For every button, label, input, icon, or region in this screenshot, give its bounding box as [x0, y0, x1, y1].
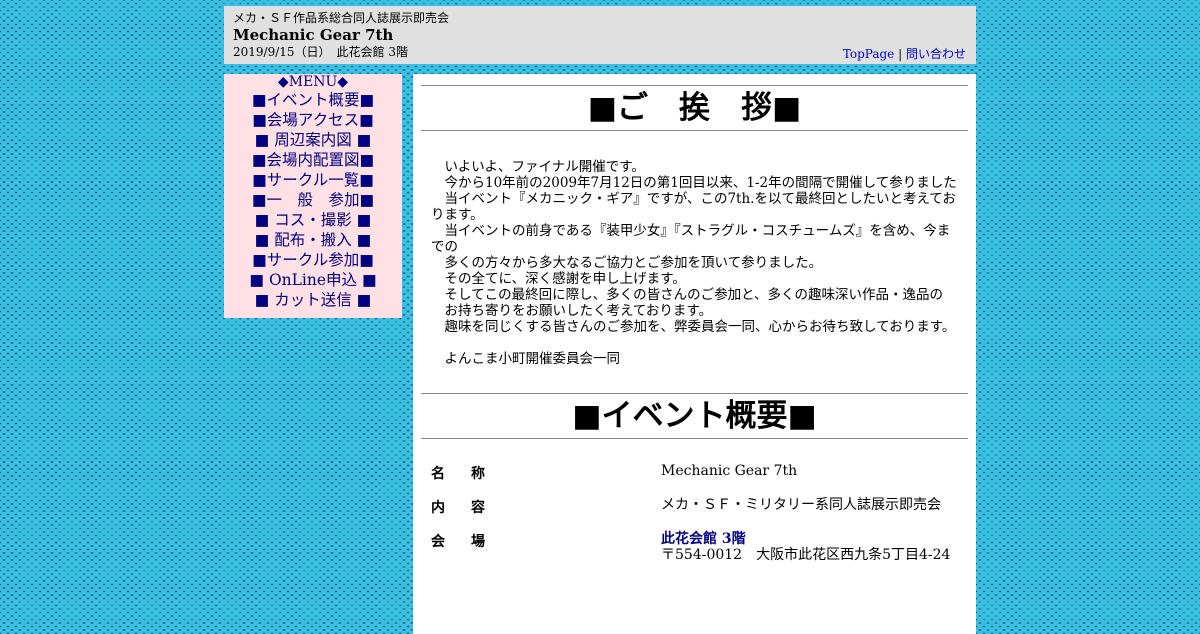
greeting-line: お持ち寄りをお願いしたく考えております。	[431, 303, 713, 319]
venue-link[interactable]: 此花会館 3階	[661, 531, 950, 547]
menu-item-circle-list[interactable]: ■サークル一覧■	[224, 170, 402, 190]
table-row: 会場 此花会館 3階 〒554-0012 大阪市此花区西九条5丁目4-24	[421, 531, 968, 565]
row-label: 名称	[431, 466, 511, 482]
menu-item-floor-layout[interactable]: ■会場内配置図■	[224, 150, 402, 170]
table-row: 内容 メカ・ＳＦ・ミリタリー系同人誌展示即売会	[421, 497, 968, 531]
menu-item-cosplay-photo[interactable]: ■ コス・撮影 ■	[224, 210, 402, 230]
header-links: TopPage | 問い合わせ	[843, 45, 966, 62]
greeting-heading: ■ご 挨 拶■	[421, 85, 968, 131]
row-value: メカ・ＳＦ・ミリタリー系同人誌展示即売会	[661, 497, 941, 513]
greeting-text: いよいよ、ファイナル開催です。 今から10年前の2009年7月12日の第1回目以…	[421, 131, 968, 367]
venue-address: 〒554-0012 大阪市此花区西九条5丁目4-24	[661, 547, 951, 563]
event-info-table: 名称 Mechanic Gear 7th 内容 メカ・ＳＦ・ミリタリー系同人誌展…	[421, 463, 968, 565]
event-overview-heading: ■イベント概要■	[421, 393, 968, 439]
site-subtitle: メカ・ＳＦ作品系総合同人誌展示即売会	[233, 11, 450, 25]
menu-title: ◆MENU◆	[277, 74, 349, 90]
menu-item-area-map[interactable]: ■ 周辺案内図 ■	[224, 130, 402, 150]
greeting-line: その全てに、深く感謝を申し上げます。	[431, 271, 686, 287]
menu-item-cut-submission[interactable]: ■ カット送信 ■	[224, 290, 402, 310]
greeting-line: いよいよ、ファイナル開催です。	[431, 159, 645, 175]
greeting-line: そしてこの最終回に際し、多くの皆さんのご参加と、多くの趣味深い作品・逸品の	[431, 287, 944, 303]
table-row: 名称 Mechanic Gear 7th	[421, 463, 968, 497]
menu-item-distribution-delivery[interactable]: ■ 配布・搬入 ■	[224, 230, 402, 250]
greeting-line: 趣味を同じくする皆さんのご参加を、弊委員会一同、心からお待ち致しております。	[431, 319, 956, 335]
greeting-line: 多くの方々から多大なるご協力とご参加を頂いて参りました。	[431, 255, 823, 271]
contact-link[interactable]: 問い合わせ	[906, 47, 966, 61]
greeting-signature: よんこま小町開催委員会一同	[431, 351, 620, 367]
menu-item-event-overview[interactable]: ■イベント概要■	[224, 90, 402, 110]
menu-item-general-participation[interactable]: ■一 般 参加■	[224, 190, 402, 210]
menu-item-circle-participation[interactable]: ■サークル参加■	[224, 250, 402, 270]
row-value: Mechanic Gear 7th	[661, 463, 798, 479]
greeting-line: 当イベント『メカニック・ギア』ですが、この7th.を以て最終回としたいと考えてお…	[431, 191, 956, 223]
row-label: 会場	[431, 534, 511, 550]
link-separator: |	[898, 47, 903, 61]
menu-item-online-application[interactable]: ■ OnLine申込 ■	[224, 270, 402, 290]
menu-item-venue-access[interactable]: ■会場アクセス■	[224, 110, 402, 130]
greeting-line: 当イベントの前身である『装甲少女』『ストラグル・コスチュームズ』を含め、今までの	[431, 223, 951, 255]
main-content: ■ご 挨 拶■ いよいよ、ファイナル開催です。 今から10年前の2009年7月1…	[413, 74, 976, 634]
toppage-link[interactable]: TopPage	[843, 47, 894, 61]
site-header: メカ・ＳＦ作品系総合同人誌展示即売会 Mechanic Gear 7th 201…	[224, 6, 976, 64]
greeting-line: 今から10年前の2009年7月12日の第1回目以来、1-2年の間隔で開催して参り…	[431, 175, 957, 191]
row-value: 此花会館 3階 〒554-0012 大阪市此花区西九条5丁目4-24	[661, 531, 950, 563]
side-menu: ◆MENU◆ ■イベント概要■ ■会場アクセス■ ■ 周辺案内図 ■ ■会場内配…	[224, 74, 402, 318]
row-label: 内容	[431, 500, 511, 516]
site-title: Mechanic Gear 7th	[233, 26, 394, 44]
